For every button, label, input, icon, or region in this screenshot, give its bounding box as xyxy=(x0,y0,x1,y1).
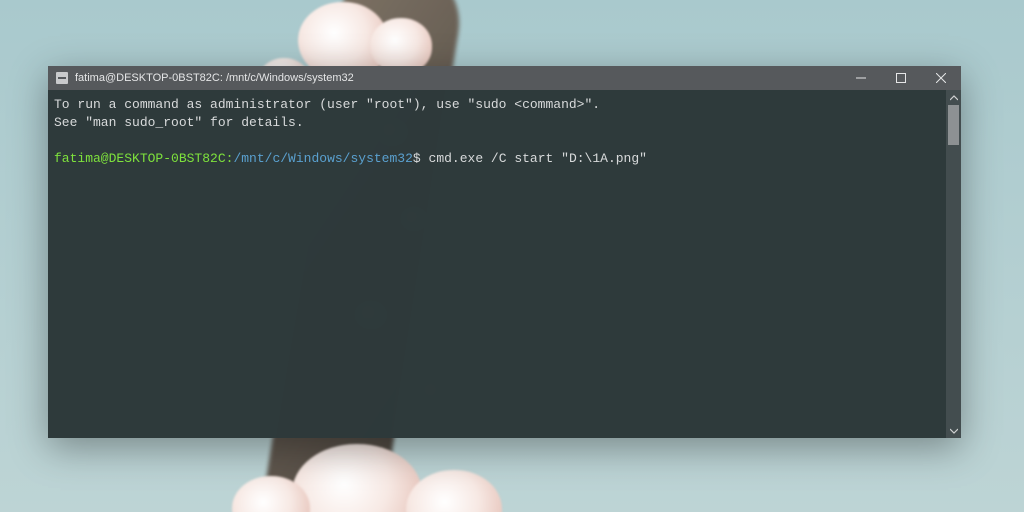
maximize-icon xyxy=(896,73,906,83)
maximize-button[interactable] xyxy=(881,66,921,90)
command-text: cmd.exe /C start "D:\1A.png" xyxy=(429,151,647,166)
terminal-prompt-line: fatima@DESKTOP-0BST82C:/mnt/c/Windows/sy… xyxy=(54,150,953,168)
prompt-user-host: fatima@DESKTOP-0BST82C xyxy=(54,151,226,166)
desktop-background: fatima@DESKTOP-0BST82C: /mnt/c/Windows/s… xyxy=(0,0,1024,512)
terminal-output-line: To run a command as administrator (user … xyxy=(54,96,953,114)
minimize-button[interactable] xyxy=(841,66,881,90)
close-icon xyxy=(936,73,946,83)
close-button[interactable] xyxy=(921,66,961,90)
terminal-output-line: See "man sudo_root" for details. xyxy=(54,114,953,132)
terminal-window: fatima@DESKTOP-0BST82C: /mnt/c/Windows/s… xyxy=(48,66,961,438)
terminal-body[interactable]: To run a command as administrator (user … xyxy=(48,90,961,438)
scroll-thumb[interactable] xyxy=(948,105,959,145)
scroll-up-button[interactable] xyxy=(946,90,961,105)
prompt-space xyxy=(421,151,429,166)
minimize-icon xyxy=(856,73,866,83)
wallpaper-flower xyxy=(406,470,502,512)
scroll-down-button[interactable] xyxy=(946,423,961,438)
prompt-symbol: $ xyxy=(413,151,421,166)
window-title: fatima@DESKTOP-0BST82C: /mnt/c/Windows/s… xyxy=(75,72,354,84)
terminal-blank-line xyxy=(54,132,953,150)
vertical-scrollbar[interactable] xyxy=(946,90,961,438)
prompt-path: /mnt/c/Windows/system32 xyxy=(233,151,412,166)
chevron-down-icon xyxy=(950,427,958,435)
titlebar[interactable]: fatima@DESKTOP-0BST82C: /mnt/c/Windows/s… xyxy=(48,66,961,90)
scroll-track[interactable] xyxy=(946,105,961,423)
chevron-up-icon xyxy=(950,94,958,102)
terminal-icon xyxy=(56,72,68,84)
